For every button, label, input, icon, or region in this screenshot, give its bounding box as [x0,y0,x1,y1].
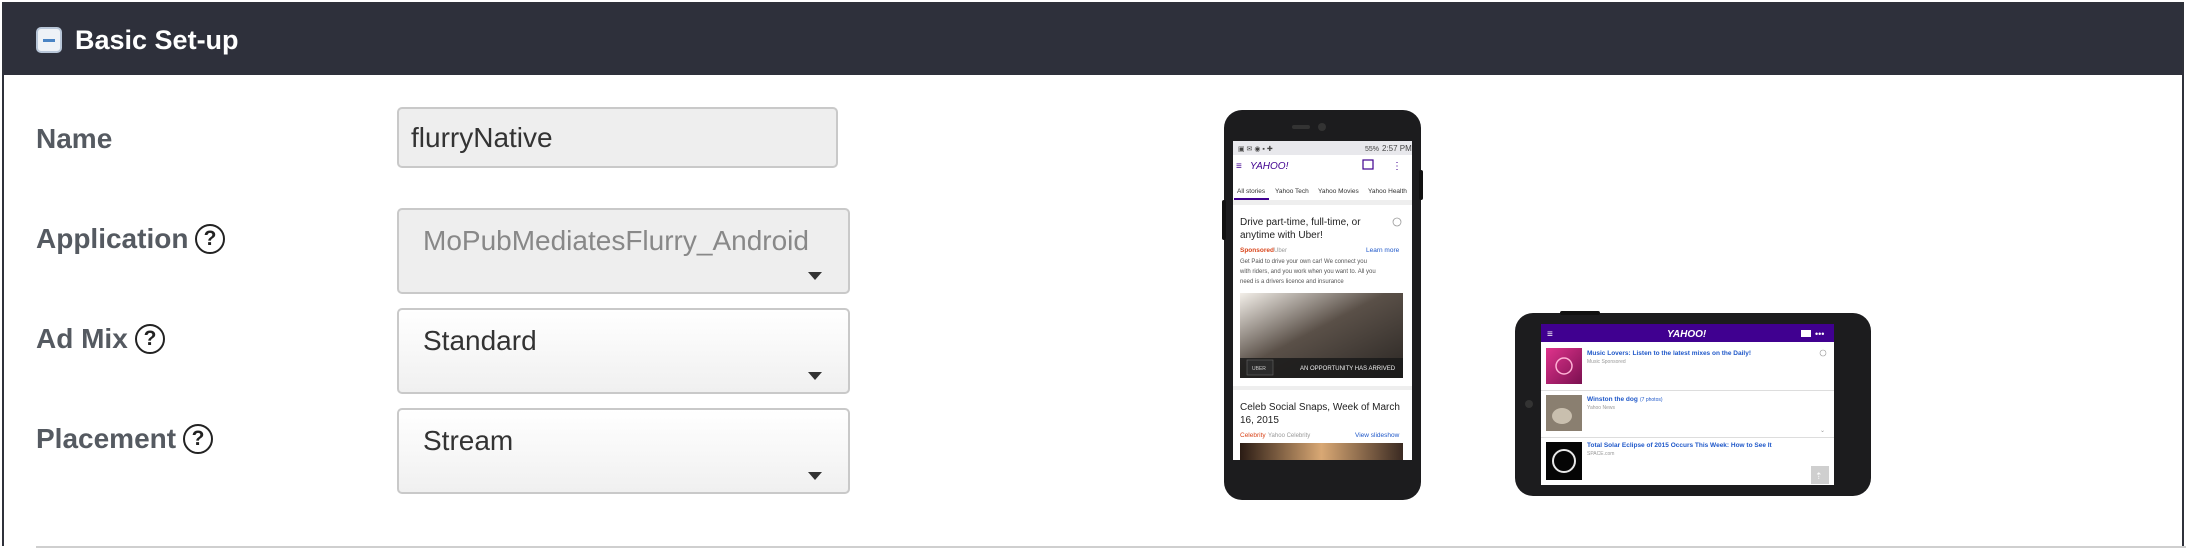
more-icon: ••• [1815,329,1824,339]
ad-previews: ▣ ✉ ◉ ▪ ✚ 55% 2:57 PM ≡ YAHOO! ⋮ All sto… [1222,110,1871,500]
status-time: 2:57 PM [1382,144,1412,153]
item-meta: Music Sponsored [1587,359,1626,365]
tab-all-stories: All stories [1237,188,1266,195]
menu-icon: ≡ [1236,161,1242,172]
ad-body-line2: with riders, and you work when you want … [1239,269,1376,275]
item-title: Total Solar Eclipse of 2015 Occurs This … [1587,442,1773,449]
ad-body-line3: need is a drivers licence and insurance [1240,279,1344,285]
tab-yahoo-health: Yahoo Health [1368,188,1407,195]
ad-headline-line1: Drive part-time, full-time, or [1240,217,1361,228]
yahoo-logo: YAHOO! [1667,329,1707,340]
sponsor-name: Uber [1274,248,1287,254]
mail-icon [1801,330,1811,337]
landscape-screen [1541,324,1834,485]
item-thumbnail [1546,442,1582,480]
item-title: Winston the dog [1587,396,1638,403]
item-thumbnail [1546,348,1582,384]
ad-headline-line2: anytime with Uber! [1240,230,1323,241]
portrait-phone-preview: ▣ ✉ ◉ ▪ ✚ 55% 2:57 PM ≡ YAHOO! ⋮ All sto… [1222,110,1423,500]
item-title: Music Lovers: Listen to the latest mixes… [1587,350,1751,357]
status-icons: ▣ ✉ ◉ ▪ ✚ [1238,145,1273,153]
story-image [1240,443,1403,460]
story-headline-line1: Celeb Social Snaps, Week of March [1240,402,1400,413]
item-meta-link: (7 photos) [1640,397,1663,403]
chevron-down-icon: ⌄ [1820,428,1825,434]
uber-logo: UBER [1252,366,1266,372]
menu-icon: ≡ [1547,329,1553,340]
more-icon: ⋮ [1392,161,1402,172]
svg-text:⇡: ⇡ [1815,471,1823,481]
tab-yahoo-movies: Yahoo Movies [1318,188,1359,195]
item-meta: SPACE.com [1587,451,1614,457]
ad-body-line1: Get Paid to drive your own car! We conne… [1240,259,1367,265]
story-category: Celebrity [1240,432,1266,439]
story-headline-line2: 16, 2015 [1240,415,1279,426]
landscape-phone-preview: ≡ YAHOO! ••• Music Lovers: Listen to the… [1515,311,1871,496]
story-cta: View slideshow [1355,432,1400,439]
item-meta: Yahoo News [1587,405,1615,411]
tab-yahoo-tech: Yahoo Tech [1275,188,1309,195]
ad-image-caption: AN OPPORTUNITY HAS ARRIVED [1300,366,1396,372]
sponsored-tag: Sponsored [1240,247,1274,254]
yahoo-logo: YAHOO! [1250,161,1289,172]
learn-more-link: Learn more [1366,247,1400,254]
story-source: Yahoo Celebrity [1268,433,1310,439]
status-battery: 55% [1365,146,1379,153]
